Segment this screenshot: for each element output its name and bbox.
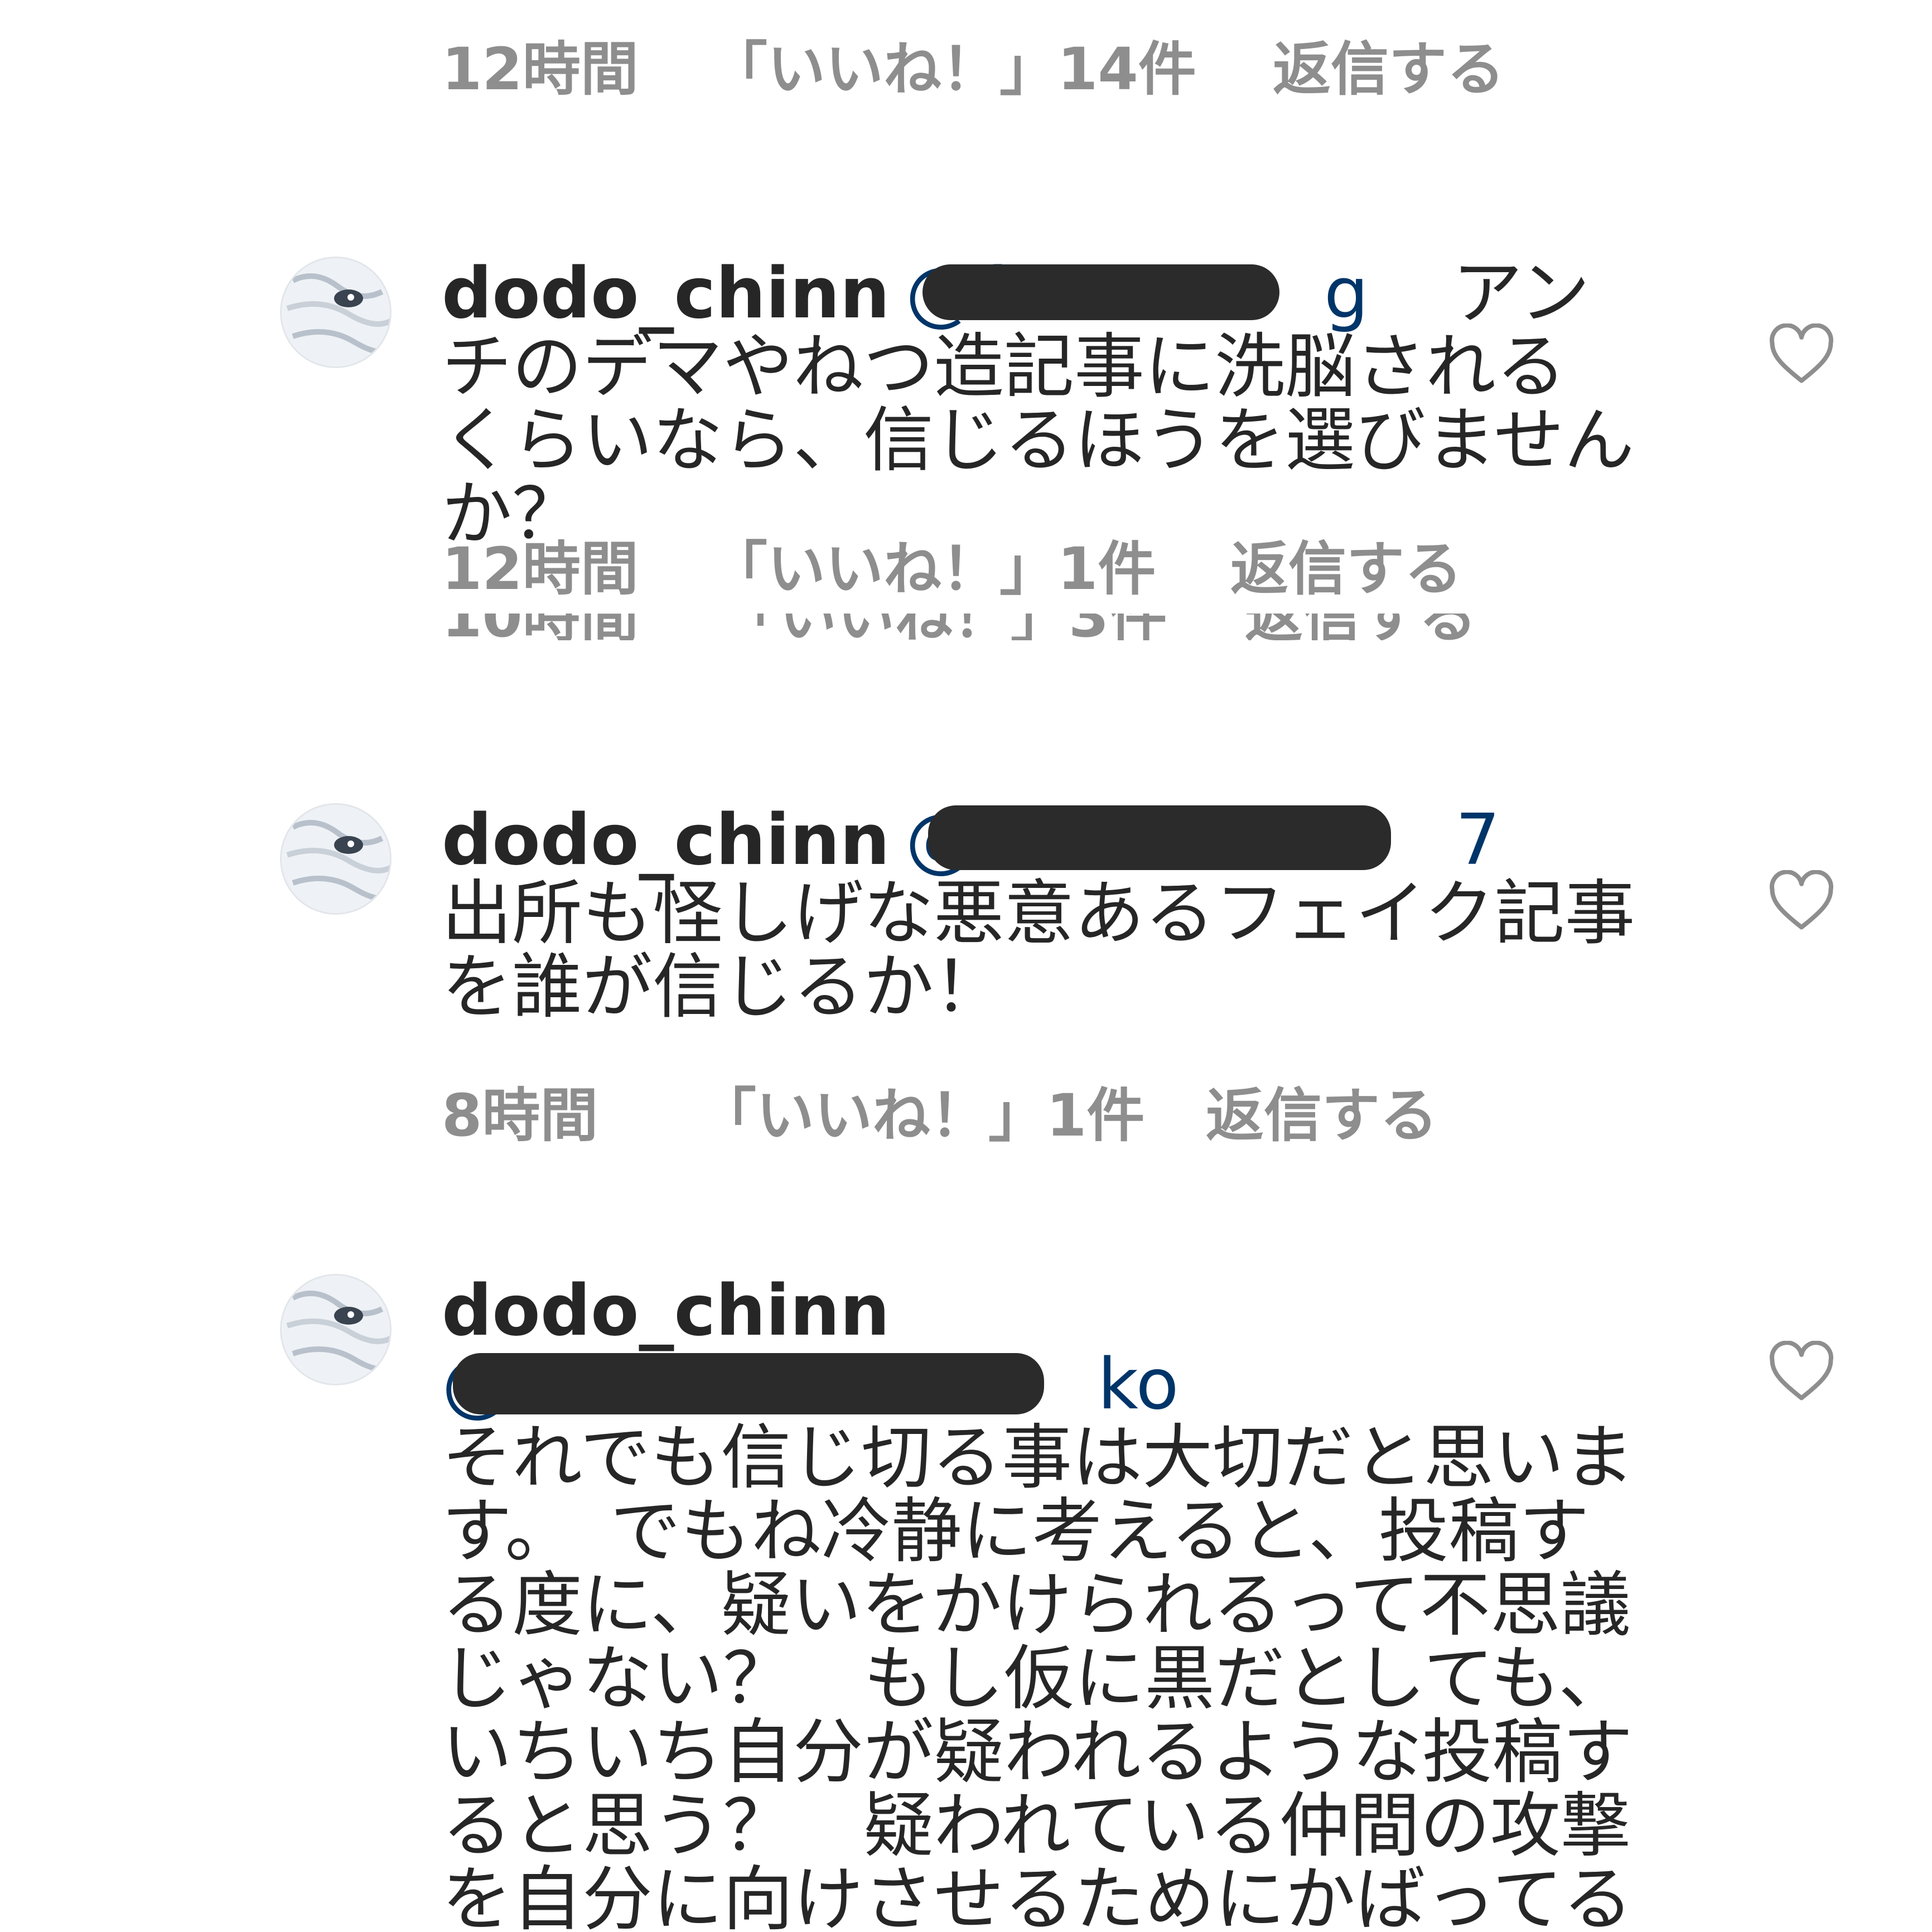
heart-outline-icon[interactable] [1768,870,1835,931]
avatar-image [282,1276,390,1384]
avatar-image [282,805,390,913]
heart-outline-icon[interactable] [1768,1341,1835,1402]
like-count-link[interactable]: 「いいね！」3件 [721,614,1167,640]
redaction-mark [453,1353,1044,1414]
comment-username[interactable]: dodo_chinn [442,252,890,334]
reply-button[interactable]: 返信する [1273,40,1505,98]
redaction-mark [922,264,1279,320]
heart-outline-icon[interactable] [1768,323,1835,385]
comment-text: 出所も怪しげな悪意あるフェイク記事を誰が信じるか！ [442,872,1635,1028]
comment-text-block: dodo_chinn@koそれでも信じ切る事は大切だと思います。 でもね冷静に考… [442,1274,1635,1932]
like-count-link[interactable]: 「いいね！」14件 [709,40,1196,98]
comment-username[interactable]: dodo_chinn [442,799,890,881]
comment-username[interactable]: dodo_chinn [442,1269,890,1351]
mention-link[interactable]: @ko [442,1347,1179,1421]
reply-button[interactable]: 返信する [1245,614,1477,640]
reply-button[interactable]: 返信する [1230,540,1462,598]
mention-link[interactable]: @7 [906,803,1500,877]
reply-button[interactable]: 返信する [1206,1086,1438,1144]
partial-meta-row: 10時間 「いいね！」3件 返信する [0,614,1932,640]
avatar[interactable] [280,257,392,368]
comment-time: 12時間 [442,535,639,603]
redaction-mark [928,805,1391,870]
mention-link[interactable]: @fg [906,257,1369,330]
comment-text: それでも信じ切る事は大切だと思います。 でもね冷静に考えると、投稿する度に、疑い… [442,1417,1635,1932]
comment-time: 12時間 [442,35,639,103]
comment-time: 10時間 [442,614,639,640]
comment-text-block: dodo_chinn@fgアンチのデマやねつ造記事に洗脳されるくらいなら、信じる… [442,257,1635,551]
avatar[interactable] [280,1274,392,1385]
like-count-link[interactable]: 「いいね！」1件 [709,540,1156,598]
comment-time: 8時間 [442,1081,598,1149]
avatar[interactable] [280,803,392,915]
comment-text-block: dodo_chinn@7出所も怪しげな悪意あるフェイク記事を誰が信じるか！ [442,803,1635,1024]
like-count-link[interactable]: 「いいね！」1件 [698,1086,1144,1144]
avatar-image [282,258,390,366]
